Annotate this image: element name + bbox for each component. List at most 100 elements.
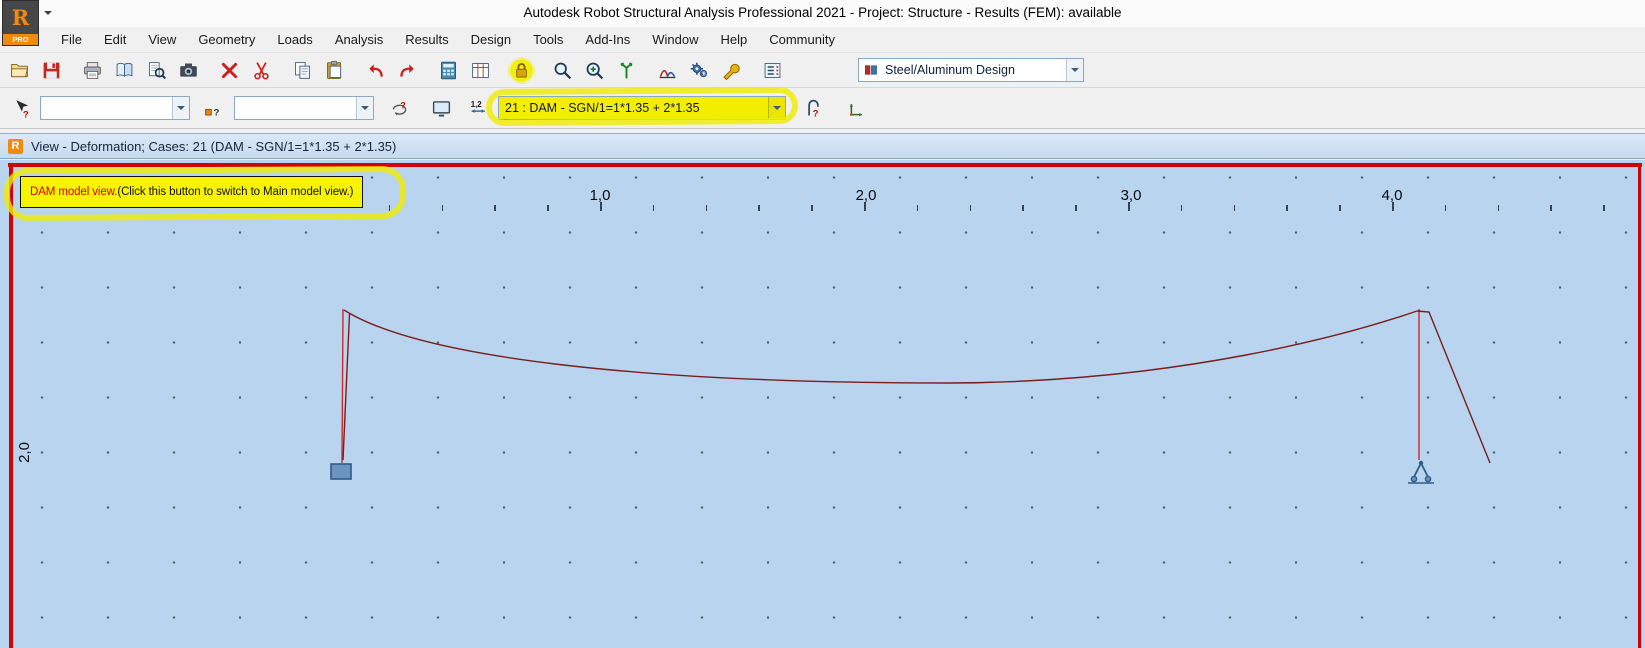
ruler-tick: [705, 205, 708, 211]
svg-text:?: ?: [214, 108, 220, 119]
ruler-tick: [1286, 205, 1288, 211]
robot-app-logo[interactable]: R PRO: [2, 0, 39, 46]
menu-item-geometry[interactable]: Geometry: [187, 28, 266, 51]
ruler-tick: [758, 205, 760, 211]
undo-icon[interactable]: [362, 57, 389, 84]
menu-item-view[interactable]: View: [137, 28, 187, 51]
menu-item-help[interactable]: Help: [709, 28, 758, 51]
ruler-tick: [1075, 205, 1077, 211]
ruler-tick: [388, 205, 391, 211]
combo-caret-icon[interactable]: [1066, 59, 1083, 81]
camera-icon[interactable]: [175, 57, 202, 84]
ruler-top-label: 2,0: [855, 187, 877, 204]
view-axes-icon[interactable]: [613, 57, 640, 84]
ruler-tick: [1233, 205, 1236, 211]
ruler-top-label: 3,0: [1120, 187, 1142, 204]
case-selection-combo[interactable]: 21 : DAM - SGN/1=1*1.35 + 2*1.35: [498, 96, 786, 120]
svg-text:?: ?: [400, 101, 405, 111]
design-combo-icon: [863, 62, 879, 78]
redo-icon[interactable]: [394, 57, 421, 84]
viewport-frame-left: [9, 163, 13, 648]
menu-item-add-ins[interactable]: Add-Ins: [574, 28, 641, 51]
ruler-tick: [916, 205, 919, 211]
combo-caret-icon[interactable]: [172, 97, 189, 119]
ruler-tick: [969, 205, 972, 211]
ruler-tick: [1128, 202, 1130, 211]
svg-text:?: ?: [813, 108, 819, 119]
ruler-tick: [1392, 202, 1394, 211]
print-preview-icon[interactable]: [111, 57, 138, 84]
cut-icon[interactable]: [248, 57, 275, 84]
lock-icon[interactable]: [508, 56, 535, 84]
design-combo[interactable]: Steel/Aluminum Design: [858, 58, 1084, 82]
save-icon[interactable]: [38, 57, 65, 84]
delete-icon[interactable]: [216, 57, 243, 84]
menu-bar: File Edit View Geometry Loads Analysis Results…: [0, 27, 1645, 53]
tools-icon[interactable]: [718, 57, 745, 84]
app-window: Autodesk Robot Structural Analysis Profe…: [0, 0, 1645, 648]
ruler-tick: [1603, 205, 1605, 211]
robot-logo-pro-badge: PRO: [3, 34, 38, 45]
node-question-icon[interactable]: ?: [200, 95, 227, 122]
ruler-tick: [811, 205, 813, 211]
dam-view-switch-button[interactable]: DAM model view. (Click this button to sw…: [20, 176, 364, 208]
ruler-tick: [1180, 205, 1183, 211]
zoom-icon[interactable]: [549, 57, 576, 84]
design-combo-value: Steel/Aluminum Design: [885, 63, 1015, 77]
combo-caret-icon[interactable]: [768, 97, 785, 119]
svg-text:?: ?: [23, 109, 29, 119]
ruler-tick: [494, 205, 496, 211]
job-preferences-icon[interactable]: [686, 57, 713, 84]
results-diagrams-icon[interactable]: [654, 57, 681, 84]
right-column-deformed-line: [1416, 310, 1491, 464]
model-viewport[interactable]: DAM model view. (Click this button to sw…: [0, 160, 1645, 648]
menu-item-window[interactable]: Window: [641, 28, 709, 51]
menu-item-results[interactable]: Results: [394, 28, 459, 51]
pointer-question-icon[interactable]: ?: [8, 95, 35, 122]
view-robot-icon: R: [8, 138, 23, 154]
logo-dropdown-caret-icon[interactable]: [44, 11, 52, 19]
robot-logo-letter: R: [11, 5, 30, 30]
viewport-frame-right: [1638, 163, 1641, 648]
ruler-tick: [1022, 205, 1024, 211]
ruler-tick: [1550, 205, 1552, 211]
menu-item-community[interactable]: Community: [758, 28, 846, 51]
combo-caret-icon[interactable]: [356, 97, 373, 119]
local-axes-icon[interactable]: [844, 95, 871, 122]
paste-icon[interactable]: [321, 57, 348, 84]
menu-item-file[interactable]: File: [50, 28, 93, 51]
main-toolbar: Steel/Aluminum Design: [0, 53, 1645, 88]
tables-icon[interactable]: [467, 57, 494, 84]
zoom-window-icon[interactable]: [581, 57, 608, 84]
ruler-tick: [1497, 205, 1500, 211]
bars-selection-combo[interactable]: [40, 96, 190, 120]
left-column-deformed-line: [342, 313, 351, 461]
ruler-tick: [652, 205, 655, 211]
dimension-12-icon[interactable]: 1,2: [466, 95, 493, 122]
open-icon[interactable]: [6, 57, 33, 84]
menu-item-loads[interactable]: Loads: [266, 28, 323, 51]
mode-question-icon[interactable]: ?: [800, 95, 827, 122]
nodes-selection-combo[interactable]: [234, 96, 374, 120]
fixed-support-icon: [330, 463, 352, 480]
rotate-question-icon[interactable]: ?: [386, 95, 413, 122]
calculator-icon[interactable]: [435, 57, 462, 84]
print-icon[interactable]: [79, 57, 106, 84]
properties-icon[interactable]: [759, 57, 786, 84]
screen-capture-icon[interactable]: [143, 57, 170, 84]
title-bar: Autodesk Robot Structural Analysis Profe…: [0, 0, 1645, 28]
ruler-tick: [1444, 205, 1447, 211]
menu-item-design[interactable]: Design: [460, 28, 522, 51]
ruler-tick: [864, 202, 866, 211]
svg-text:1,2: 1,2: [471, 100, 483, 109]
selection-toolbar: ??? 1,2 21 : DAM - SGN/1=1*1.35 + 2*1.35?: [0, 86, 1645, 129]
menu-item-tools[interactable]: Tools: [522, 28, 574, 51]
view-title-bar: R View - Deformation; Cases: 21 (DAM - S…: [0, 133, 1645, 159]
menu-item-analysis[interactable]: Analysis: [324, 28, 394, 51]
screen-view-icon[interactable]: [428, 95, 455, 122]
menu-item-edit[interactable]: Edit: [93, 28, 137, 51]
dam-label-red-text: DAM model view.: [30, 186, 118, 198]
pinned-support-icon: [1408, 460, 1434, 484]
viewport-frame-top: [8, 163, 1642, 167]
copy-icon[interactable]: [289, 57, 316, 84]
